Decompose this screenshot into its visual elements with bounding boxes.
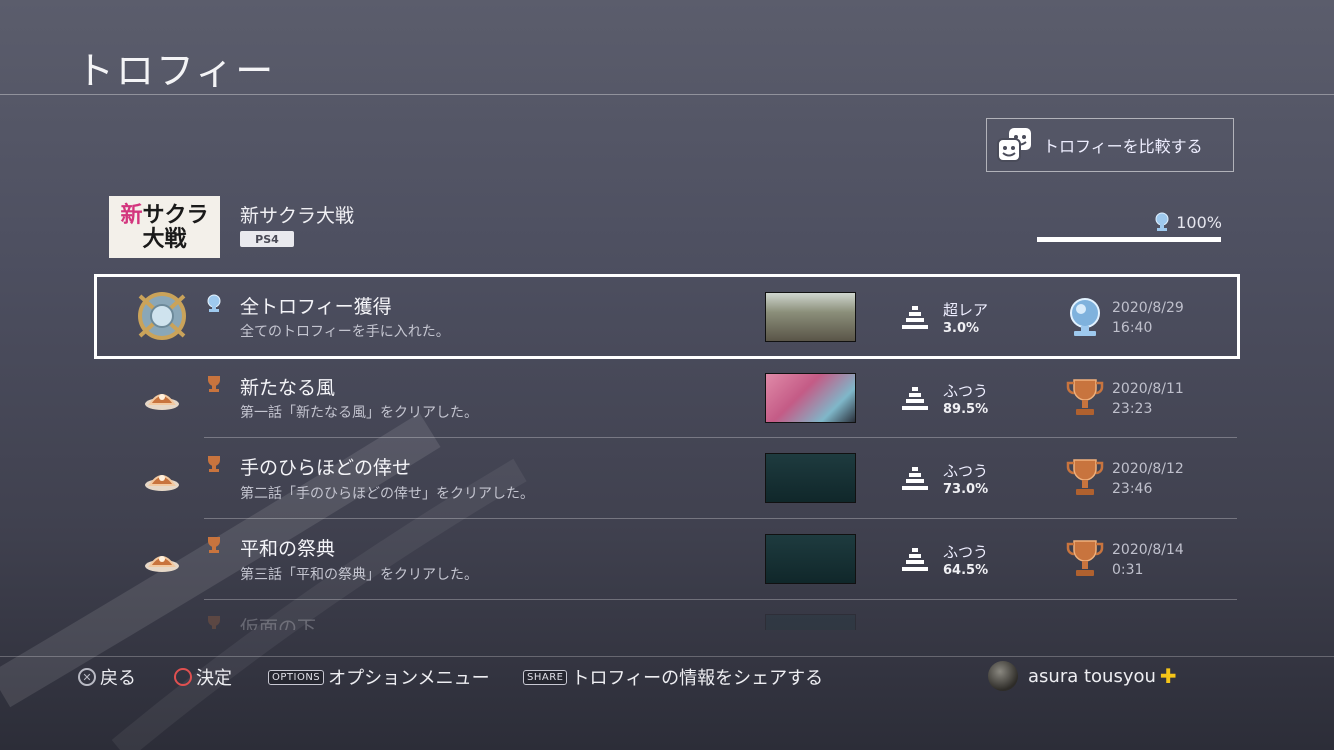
compare-button-label: トロフィーを比較する <box>1043 137 1203 156</box>
options-menu-action[interactable]: OPTIONS オプションメニュー <box>268 664 490 690</box>
earned-date: 2020/8/14 <box>1112 542 1184 558</box>
earned-time: 23:23 <box>1112 401 1153 417</box>
earned-date: 2020/8/11 <box>1112 381 1184 397</box>
bronze-trophy-emblem-icon <box>145 556 179 572</box>
row-divider <box>204 518 1237 519</box>
trophy-description: 全てのトロフィーを手に入れた。 <box>240 324 450 340</box>
avatar <box>988 661 1018 691</box>
trophy-description: 第二話「手のひらほどの倖せ」をクリアした。 <box>240 486 534 502</box>
row-divider <box>204 437 1237 438</box>
earned-time: 0:31 <box>1112 562 1144 578</box>
background-decoration <box>0 412 527 750</box>
rarity-label: ふつう <box>943 382 989 400</box>
trophy-screenshot <box>765 453 856 503</box>
rarity-label: ふつう <box>943 462 989 480</box>
confirm-label: 決定 <box>196 668 232 689</box>
logo-accent-char: 新 <box>120 202 143 228</box>
bronze-grade-icon <box>208 537 220 553</box>
bronze-grade-icon <box>208 456 220 472</box>
rarity-percent: 3.0% <box>943 321 980 336</box>
bronze-trophy-icon <box>1066 540 1104 576</box>
user-profile[interactable]: asura tousyou ✚ <box>988 661 1177 691</box>
share-label: トロフィーの情報をシェアする <box>571 668 824 689</box>
logo-line1: サクラ <box>142 202 209 228</box>
trophy-name: 全トロフィー獲得 <box>240 296 392 318</box>
footer-bar: ✕ 戻る 決定 OPTIONS オプションメニュー SHARE トロフィーの情報… <box>0 661 1334 691</box>
page-title: トロフィー <box>76 49 276 93</box>
rarity-pyramid-icon <box>902 306 928 329</box>
trophy-progress: 100% <box>1154 212 1222 232</box>
earned-time: 23:46 <box>1112 481 1153 497</box>
progress-bar-fill <box>1037 237 1221 242</box>
circle-button-icon <box>174 668 192 686</box>
platinum-trophy-emblem-icon <box>138 292 186 340</box>
bronze-grade-icon <box>208 376 220 392</box>
compare-trophies-button[interactable]: トロフィーを比較する <box>986 118 1234 172</box>
rarity-pyramid-icon <box>902 467 928 490</box>
earned-date: 2020/8/29 <box>1112 300 1184 316</box>
options-button-icon: OPTIONS <box>268 669 325 685</box>
back-action[interactable]: ✕ 戻る <box>78 664 136 690</box>
rarity-pyramid-icon <box>902 387 928 410</box>
username: asura tousyou <box>1028 665 1156 687</box>
row-divider <box>204 599 1237 600</box>
confirm-action[interactable]: 決定 <box>174 664 232 690</box>
ps-plus-icon: ✚ <box>1159 664 1177 688</box>
title-divider <box>0 94 1334 95</box>
rarity-pyramid-icon <box>902 548 928 571</box>
trophy-description: 第三話「平和の祭典」をクリアした。 <box>240 567 478 583</box>
share-action[interactable]: SHARE トロフィーの情報をシェアする <box>523 664 823 690</box>
platform-badge: PS4 <box>240 231 294 247</box>
rarity-label: 超レア <box>943 301 989 319</box>
bronze-trophy-icon <box>1066 459 1104 495</box>
trophy-name: 仮面の下 <box>240 617 317 639</box>
platinum-trophy-small-icon <box>1155 212 1169 231</box>
bronze-trophy-emblem-icon <box>145 475 179 491</box>
rarity-percent: 89.5% <box>943 402 989 417</box>
compare-users-icon <box>997 128 1031 162</box>
trophy-screenshot <box>765 373 856 423</box>
bronze-grade-icon <box>208 616 220 629</box>
bronze-trophy-emblem-icon <box>145 394 179 410</box>
cross-button-icon: ✕ <box>78 668 96 686</box>
game-logo-thumbnail: 新サクラ 大戦 <box>109 196 220 258</box>
game-title: 新サクラ大戦 <box>240 205 355 227</box>
trophy-screenshot <box>765 292 856 342</box>
earned-date: 2020/8/12 <box>1112 461 1184 477</box>
logo-line2: 大戦 <box>142 226 187 252</box>
progress-percent: 100% <box>1176 212 1222 232</box>
options-label: オプションメニュー <box>328 668 490 689</box>
trophy-name: 平和の祭典 <box>240 538 336 560</box>
back-label: 戻る <box>100 668 136 689</box>
footer-divider <box>0 656 1334 657</box>
rarity-label: ふつう <box>943 543 989 561</box>
earned-time: 16:40 <box>1112 320 1153 336</box>
rarity-percent: 73.0% <box>943 482 989 497</box>
progress-bar <box>1037 237 1221 242</box>
trophy-name: 新たなる風 <box>240 377 336 399</box>
platinum-grade-icon <box>207 294 221 312</box>
rarity-percent: 64.5% <box>943 563 989 578</box>
trophy-description: 第一話「新たなる風」をクリアした。 <box>240 405 478 421</box>
bronze-trophy-icon <box>1066 379 1104 415</box>
trophy-screenshot <box>765 534 856 584</box>
trophy-name: 手のひらほどの倖せ <box>240 457 412 479</box>
platinum-trophy-icon <box>1070 298 1100 336</box>
share-button-icon: SHARE <box>523 669 568 685</box>
